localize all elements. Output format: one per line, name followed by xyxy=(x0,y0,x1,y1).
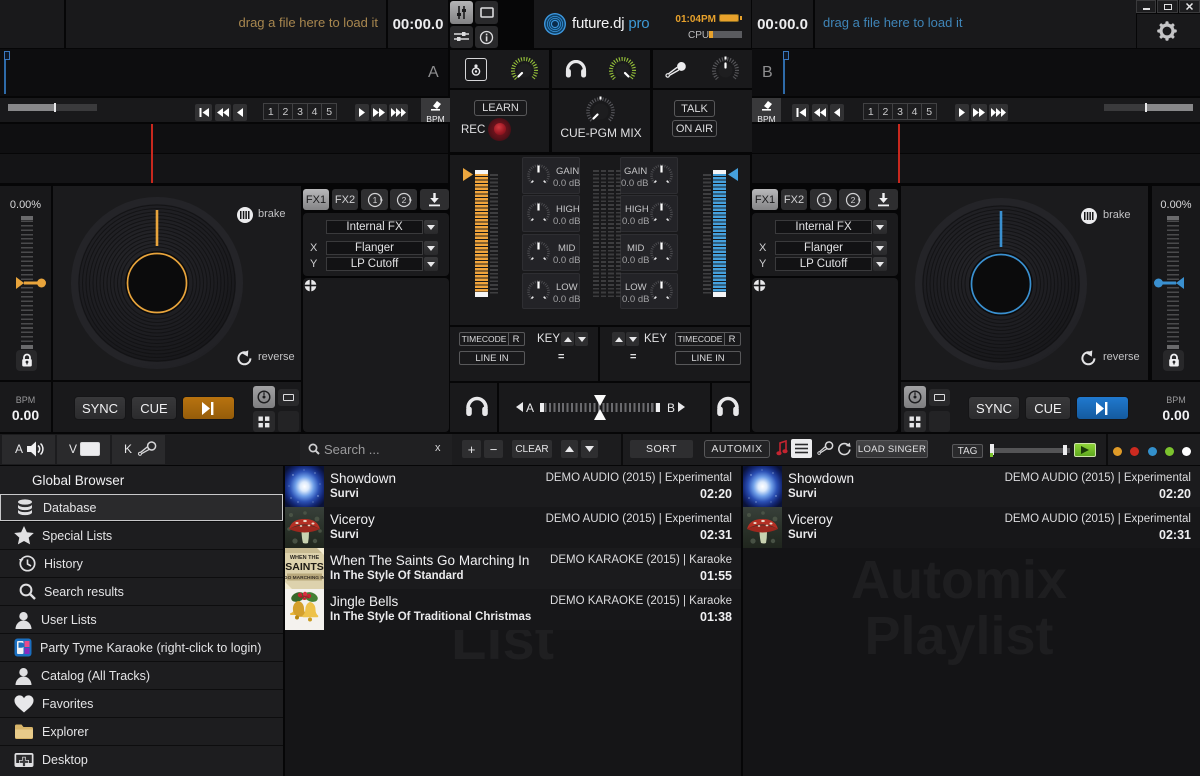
svg-text:2: 2 xyxy=(401,195,406,205)
svg-text:SAINTS: SAINTS xyxy=(285,561,324,573)
svg-text:GO MARCHING IN: GO MARCHING IN xyxy=(285,575,324,581)
svg-text:2: 2 xyxy=(850,195,855,205)
svg-text:1: 1 xyxy=(821,195,826,205)
svg-text:1: 1 xyxy=(372,195,377,205)
